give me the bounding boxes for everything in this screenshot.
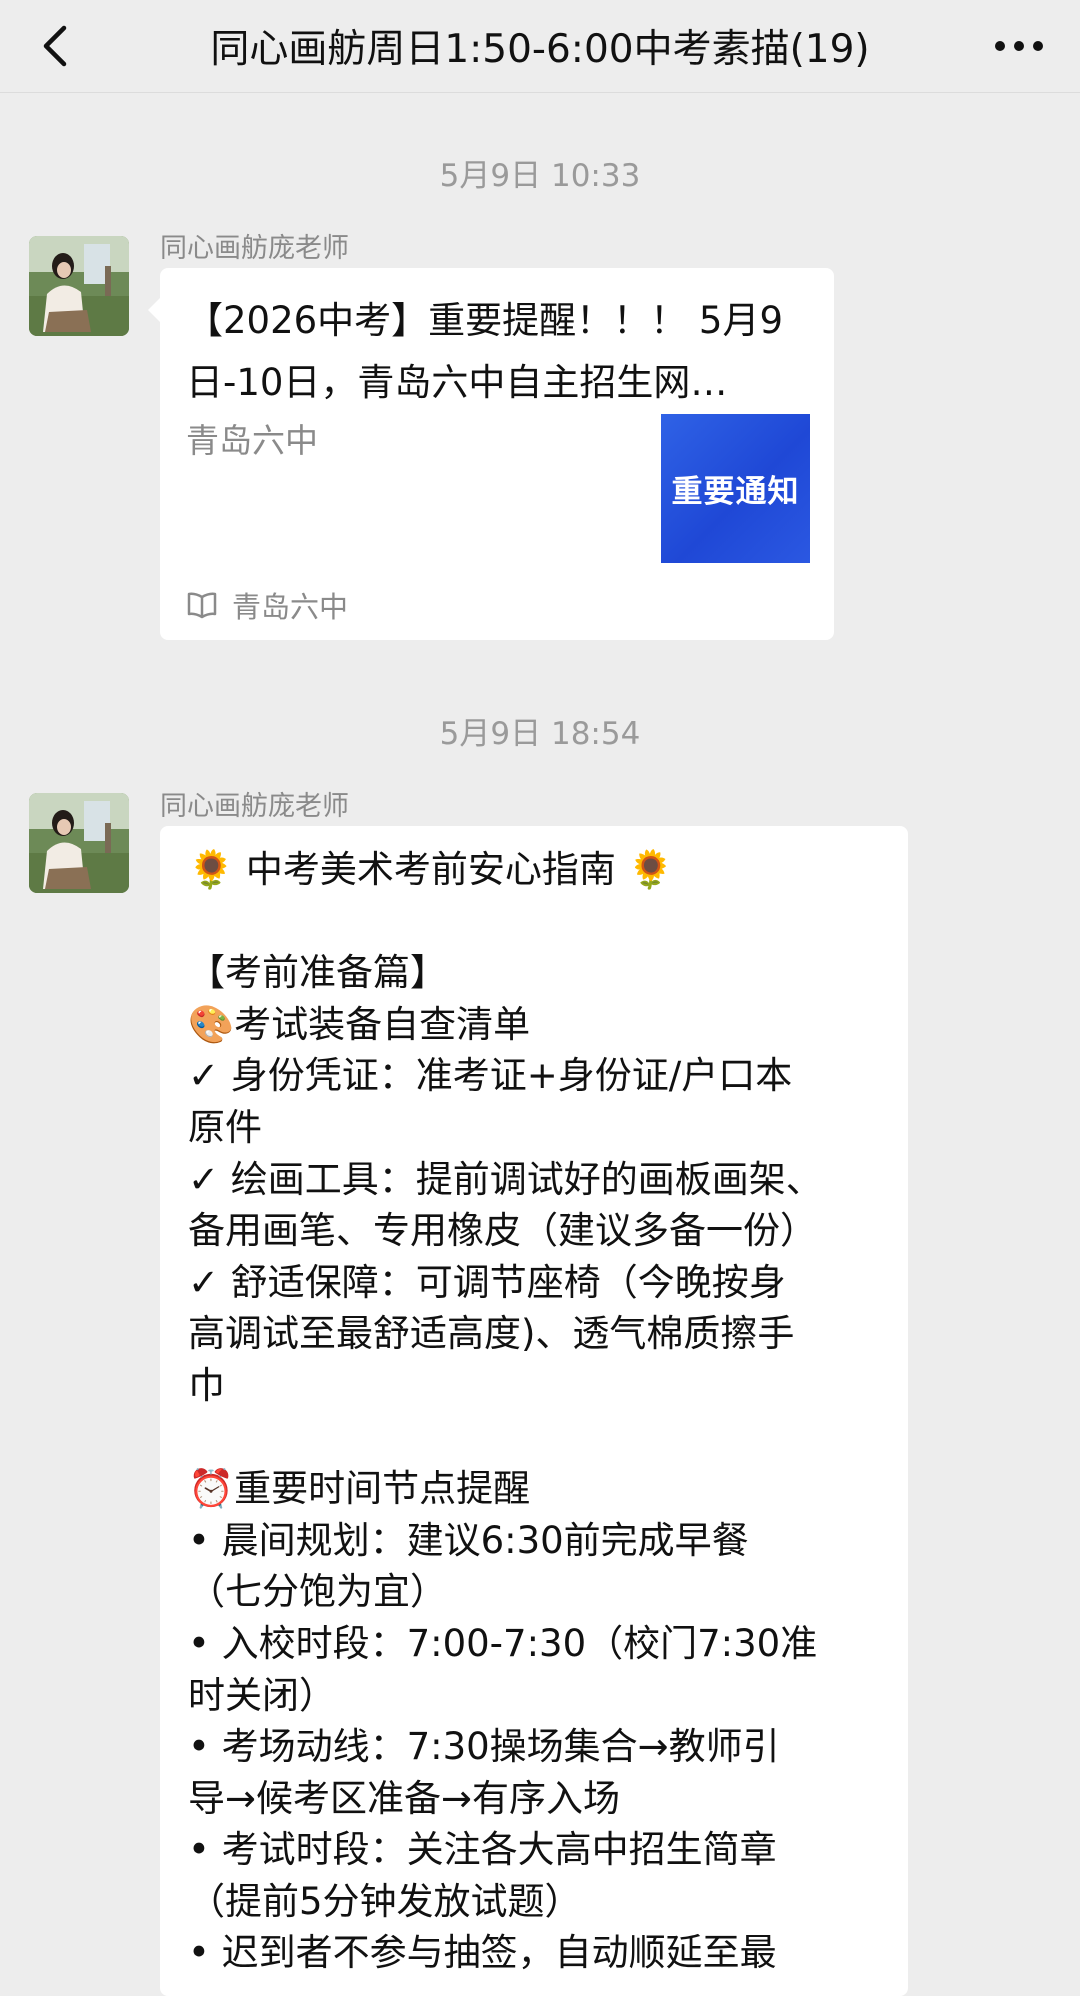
message-timestamp: 5月9日 10:33 — [439, 158, 641, 194]
message-line: • 考场动线：7:30操场集合→教师引 — [188, 1725, 780, 1769]
card-title-line: 【2026中考】重要提醒！！！ 5月9 — [186, 299, 784, 342]
card-source: 青岛六中 — [186, 584, 348, 626]
message-line: 🎨考试装备自查清单 — [188, 1002, 531, 1046]
chat-title: 同心画舫周日1:50-6:00中考素描(19) — [210, 27, 870, 72]
card-description: 青岛六中 — [186, 421, 318, 460]
message-line: 原件 — [188, 1105, 262, 1149]
message-timestamp: 5月9日 18:54 — [439, 716, 641, 752]
avatar[interactable] — [29, 793, 129, 893]
message-line: ⏰重要时间节点提醒 — [188, 1467, 531, 1511]
top-navigation-bar: 同心画舫周日1:50-6:00中考素描(19) — [0, 0, 1080, 93]
message-line: 高调试至最舒适高度)、透气棉质擦手 — [188, 1312, 795, 1356]
message-line: 🌻 中考美术考前安心指南 🌻 — [188, 848, 674, 891]
book-icon — [187, 592, 217, 619]
avatar[interactable] — [29, 236, 129, 336]
bubble-arrow — [148, 298, 160, 322]
message-line — [188, 896, 888, 948]
message-line: ✓ 身份凭证：准考证+身份证/户口本 — [188, 1054, 793, 1098]
message-line: • 晨间规划：建议6:30前完成早餐 — [188, 1518, 749, 1562]
link-card-message[interactable]: 【2026中考】重要提醒！！！ 5月9 日-10日，青岛六中自主招生网… 青岛六… — [148, 268, 834, 640]
message-line — [188, 1412, 888, 1464]
more-button[interactable] — [984, 18, 1054, 74]
message-line: （提前5分钟发放试题） — [188, 1879, 582, 1923]
message-line: ✓ 舒适保障：可调节座椅（今晚按身 — [188, 1260, 786, 1304]
ellipsis-icon — [995, 41, 1043, 51]
text-message[interactable]: 🌻 中考美术考前安心指南 🌻 【考前准备篇】 🎨考试装备自查清单 ✓ 身份凭证：准考证… — [160, 826, 908, 1996]
message-line: （七分饱为宜） — [188, 1570, 447, 1614]
message-line: 【考前准备篇】 — [188, 951, 447, 995]
sender-name: 同心画舫庞老师 — [160, 233, 349, 264]
avatar-photo — [29, 236, 129, 336]
card-title: 【2026中考】重要提醒！！！ 5月9 日-10日，青岛六中自主招生网… — [186, 290, 806, 414]
message-line: • 迟到者不参与抽签，自动顺延至最 — [188, 1931, 777, 1975]
chevron-left-icon — [43, 25, 67, 67]
message-line: 备用画笔、专用橡皮（建议多备一份） — [188, 1209, 817, 1253]
message-line: 导→候考区准备→有序入场 — [188, 1776, 621, 1820]
message-line: ✓ 绘画工具：提前调试好的画板画架、 — [188, 1157, 823, 1201]
message-line: 巾 — [188, 1363, 225, 1407]
message-line: • 考试时段：关注各大高中招生简章 — [188, 1828, 777, 1872]
avatar-photo — [29, 793, 129, 893]
back-button[interactable] — [30, 18, 80, 74]
message-line: • 入校时段：7:00-7:30（校门7:30准 — [188, 1621, 818, 1665]
message-line: 时关闭） — [188, 1673, 336, 1717]
card-thumbnail: 重要通知 — [661, 414, 810, 563]
sender-name: 同心画舫庞老师 — [160, 791, 349, 822]
message-text: 🌻 中考美术考前安心指南 🌻 【考前准备篇】 🎨考试装备自查清单 ✓ 身份凭证：准考证… — [188, 844, 888, 1979]
card-source-name: 青岛六中 — [232, 590, 349, 624]
card-title-line: 日-10日，青岛六中自主招生网… — [186, 361, 728, 404]
card-thumbnail-text: 重要通知 — [671, 474, 800, 510]
